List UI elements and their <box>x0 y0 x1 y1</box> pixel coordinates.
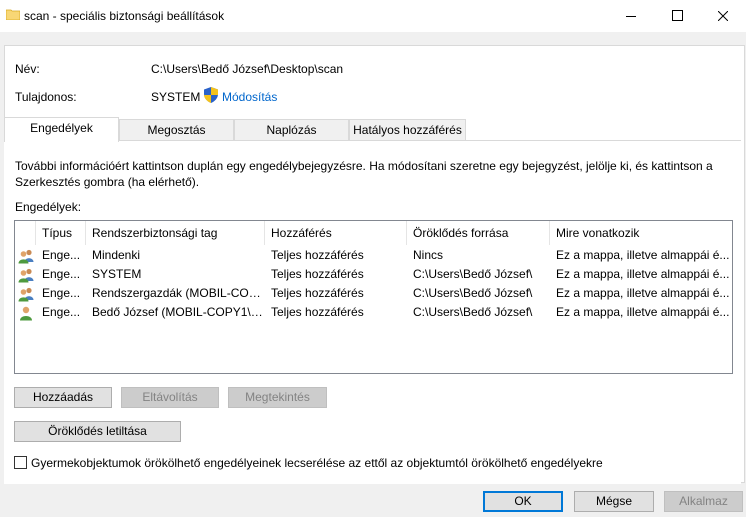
cell-inherited: Nincs <box>413 248 444 262</box>
cell-applies: Ez a mappa, illetve almappái é... <box>556 286 730 300</box>
tab-sharing[interactable]: Megosztás <box>119 119 234 140</box>
maximize-button[interactable] <box>654 0 700 32</box>
cell-type: Enge... <box>42 267 81 281</box>
close-button[interactable] <box>700 0 746 32</box>
cell-principal: Rendszergazdák (MOBIL-COP... <box>92 286 265 300</box>
tab-effective-access[interactable]: Hatályos hozzáférés <box>349 119 466 140</box>
cancel-button[interactable]: Mégse <box>574 491 654 512</box>
single-user-icon <box>20 306 32 321</box>
change-owner-link[interactable]: Módosítás <box>222 90 277 104</box>
column-access-header[interactable]: Hozzáférés <box>265 221 407 245</box>
permissions-list[interactable]: Típus Rendszerbiztonsági tag Hozzáférés … <box>14 220 733 374</box>
group-users-icon <box>18 249 34 264</box>
add-button[interactable]: Hozzáadás <box>14 387 112 408</box>
owner-label: Tulajdonos: <box>15 90 77 104</box>
cell-inherited: C:\Users\Bedő József\ <box>413 305 533 319</box>
cell-type: Enge... <box>42 248 81 262</box>
remove-button[interactable]: Eltávolítás <box>121 387 219 408</box>
tab-permissions[interactable]: Engedélyek <box>4 117 119 142</box>
cell-access: Teljes hozzáférés <box>271 305 364 319</box>
cell-principal: SYSTEM <box>92 267 142 281</box>
close-icon <box>718 11 728 21</box>
column-principal-header[interactable]: Rendszerbiztonsági tag <box>86 221 265 245</box>
table-row[interactable]: Enge... Bedő József (MOBIL-COPY1\B... Te… <box>15 303 732 322</box>
table-row[interactable]: Enge... Mindenki Teljes hozzáférés Nincs… <box>15 246 732 265</box>
column-type-header[interactable]: Típus <box>36 221 86 245</box>
permissions-list-label: Engedélyek: <box>15 200 82 214</box>
cell-access: Teljes hozzáférés <box>271 286 364 300</box>
cell-access: Teljes hozzáférés <box>271 248 364 262</box>
cell-type: Enge... <box>42 286 81 300</box>
name-value: C:\Users\Bedő József\Desktop\scan <box>151 62 344 76</box>
replace-child-permissions-label: Gyermekobjektumok örökölhető engedélyein… <box>31 456 603 470</box>
cell-principal: Bedő József (MOBIL-COPY1\B... <box>92 305 265 319</box>
table-row[interactable]: Enge... SYSTEM Teljes hozzáférés C:\User… <box>15 265 732 284</box>
cell-applies: Ez a mappa, illetve almappái é... <box>556 267 730 281</box>
name-label: Név: <box>15 62 40 76</box>
cell-type: Enge... <box>42 305 81 319</box>
cell-applies: Ez a mappa, illetve almappái é... <box>556 248 730 262</box>
cell-principal: Mindenki <box>92 248 141 262</box>
table-row[interactable]: Enge... Rendszergazdák (MOBIL-COP... Tel… <box>15 284 732 303</box>
group-users-icon <box>18 268 34 283</box>
cell-applies: Ez a mappa, illetve almappái é... <box>556 305 730 319</box>
column-icon-header[interactable] <box>15 221 36 245</box>
folder-icon <box>6 9 20 20</box>
permissions-description: További információért kattintson duplán … <box>15 159 713 189</box>
column-inherited-header[interactable]: Öröklődés forrása <box>407 221 550 245</box>
cell-access: Teljes hozzáférés <box>271 267 364 281</box>
uac-shield-icon <box>204 87 218 103</box>
replace-child-permissions-checkbox[interactable] <box>14 456 27 469</box>
minimize-button[interactable] <box>608 0 654 32</box>
apply-button[interactable]: Alkalmaz <box>664 491 743 512</box>
column-applies-header[interactable]: Mire vonatkozik <box>550 221 732 245</box>
cell-inherited: C:\Users\Bedő József\ <box>413 286 533 300</box>
title-bar: scan - speciális biztonsági beállítások <box>0 0 746 32</box>
view-button[interactable]: Megtekintés <box>228 387 327 408</box>
disable-inheritance-button[interactable]: Öröklődés letiltása <box>14 421 181 442</box>
cell-inherited: C:\Users\Bedő József\ <box>413 267 533 281</box>
group-users-icon <box>18 287 34 302</box>
ok-button[interactable]: OK <box>483 491 563 512</box>
window-title: scan - speciális biztonsági beállítások <box>24 9 225 23</box>
tab-auditing[interactable]: Naplózás <box>234 119 349 140</box>
owner-value: SYSTEM <box>151 90 201 104</box>
